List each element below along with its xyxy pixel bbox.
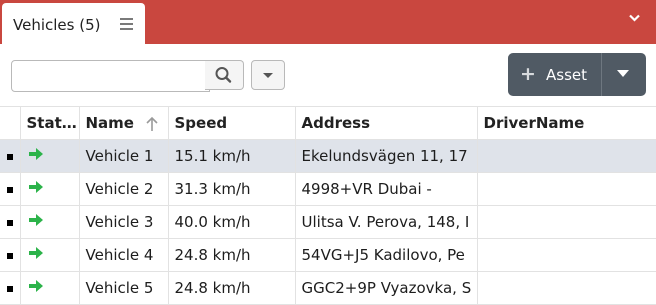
- status-cell: [20, 238, 80, 272]
- row-selector[interactable]: [0, 271, 21, 305]
- tab-vehicles[interactable]: Vehicles (5): [2, 3, 145, 44]
- speed-cell: 31.3 km/h: [168, 172, 296, 206]
- search-input[interactable]: [11, 60, 210, 92]
- driver-cell: [477, 271, 656, 305]
- filter-dropdown-button[interactable]: [251, 60, 285, 90]
- top-bar: Vehicles (5): [0, 0, 656, 44]
- select-column-header: [0, 106, 21, 140]
- table-row[interactable]: Vehicle 3 40.0 km/h Ulitsa V. Perova, 148,…: [0, 205, 656, 239]
- column-header-status[interactable]: Stat…: [20, 106, 80, 140]
- row-marker-icon: [6, 252, 13, 259]
- column-header-name[interactable]: Name: [79, 106, 169, 140]
- name-cell: Vehicle 5: [79, 271, 169, 305]
- name-cell: Vehicle 4: [79, 238, 169, 272]
- row-marker-icon: [6, 153, 13, 160]
- row-selector[interactable]: [0, 205, 21, 239]
- column-header-speed[interactable]: Speed: [168, 106, 296, 140]
- chevron-down-icon[interactable]: [629, 14, 640, 22]
- table-row[interactable]: Vehicle 5 24.8 km/h GGC2+9P Vyazovka, S: [0, 271, 656, 305]
- address-cell: Ulitsa V. Perova, 148, I: [295, 205, 478, 239]
- caret-down-icon: [263, 73, 273, 78]
- sort-ascending-icon: [146, 116, 158, 131]
- status-cell: [20, 271, 80, 305]
- row-marker-icon: [6, 285, 13, 292]
- row-selector[interactable]: [0, 139, 21, 173]
- status-cell: [20, 139, 80, 173]
- table-header-row: Stat… Name Speed Address DriverName: [0, 106, 656, 140]
- address-cell: Ekelundsvägen 11, 17: [295, 139, 478, 173]
- status-cell: [20, 172, 80, 206]
- tab-label: Vehicles (5): [13, 16, 101, 34]
- vehicles-table: Stat… Name Speed Address DriverName Vehi…: [0, 106, 656, 305]
- speed-cell: 15.1 km/h: [168, 139, 296, 173]
- row-selector[interactable]: [0, 172, 21, 206]
- plus-icon: +: [520, 63, 536, 85]
- speed-cell: 24.8 km/h: [168, 271, 296, 305]
- status-cell: [20, 205, 80, 239]
- name-cell: Vehicle 3: [79, 205, 169, 239]
- name-cell: Vehicle 1: [79, 139, 169, 173]
- driver-cell: [477, 205, 656, 239]
- search-icon: [215, 67, 232, 83]
- moving-arrow-icon: [28, 280, 43, 292]
- table-row[interactable]: Vehicle 4 24.8 km/h 54VG+J5 Kadilovo, Pe: [0, 238, 656, 272]
- moving-arrow-icon: [28, 181, 43, 193]
- driver-cell: [477, 238, 656, 272]
- add-asset-button[interactable]: + Asset: [508, 53, 602, 96]
- column-header-name-label: Name: [85, 114, 134, 132]
- moving-arrow-icon: [28, 148, 43, 160]
- table-row[interactable]: Vehicle 1 15.1 km/h Ekelundsvägen 11, 17: [0, 139, 656, 173]
- driver-cell: [477, 139, 656, 173]
- column-header-drivername[interactable]: DriverName: [477, 106, 656, 140]
- speed-cell: 24.8 km/h: [168, 238, 296, 272]
- address-cell: 54VG+J5 Kadilovo, Pe: [295, 238, 478, 272]
- address-cell: GGC2+9P Vyazovka, S: [295, 271, 478, 305]
- name-cell: Vehicle 2: [79, 172, 169, 206]
- search-button[interactable]: [205, 60, 244, 90]
- row-selector[interactable]: [0, 238, 21, 272]
- row-marker-icon: [6, 219, 13, 226]
- add-asset-label: Asset: [546, 66, 588, 84]
- driver-cell: [477, 172, 656, 206]
- address-cell: 4998+VR Dubai -: [295, 172, 478, 206]
- speed-cell: 40.0 km/h: [168, 205, 296, 239]
- add-asset-button-group: + Asset: [508, 53, 646, 96]
- moving-arrow-icon: [28, 247, 43, 259]
- moving-arrow-icon: [28, 214, 43, 226]
- table-row[interactable]: Vehicle 2 31.3 km/h 4998+VR Dubai -: [0, 172, 656, 206]
- hamburger-menu-icon[interactable]: [120, 18, 133, 30]
- asset-dropdown-caret-icon[interactable]: [616, 69, 630, 78]
- row-marker-icon: [6, 186, 13, 193]
- column-header-address[interactable]: Address: [295, 106, 478, 140]
